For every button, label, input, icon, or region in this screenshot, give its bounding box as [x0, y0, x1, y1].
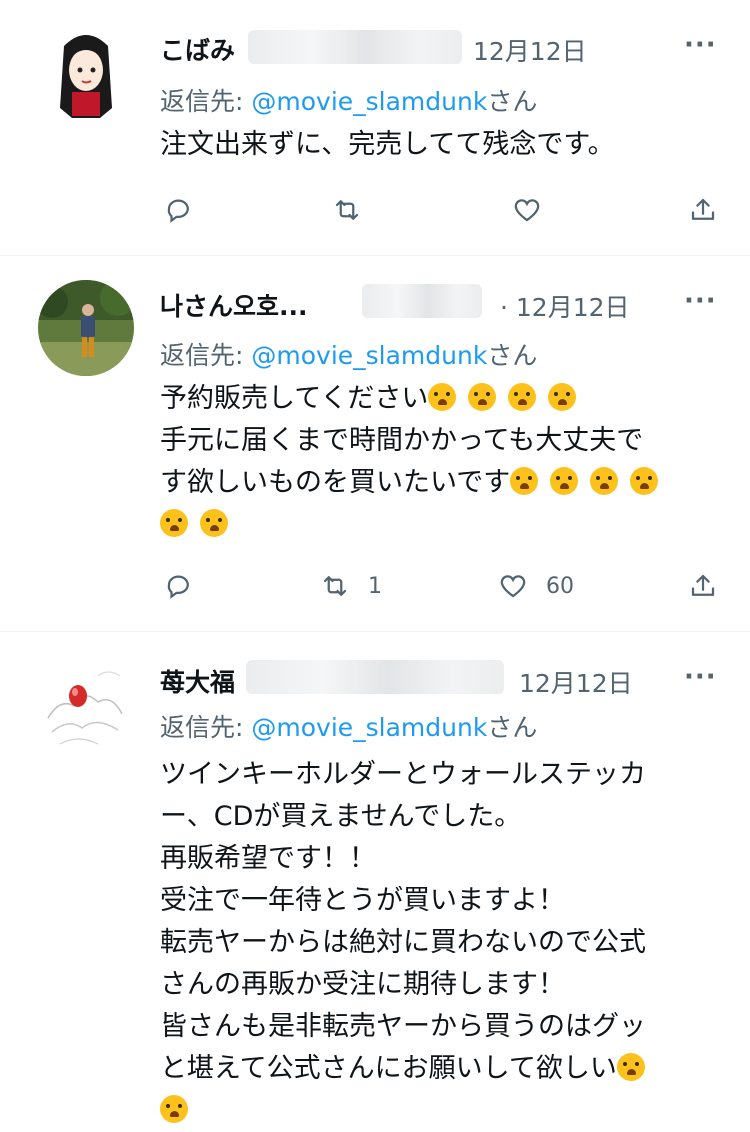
reply-suffix: さん [487, 87, 538, 116]
mention-link[interactable]: @movie_slamdunk [251, 341, 487, 370]
loudly-crying-face-emoji [616, 1053, 645, 1081]
text-line: ツインキーホルダーとウォールステッカ [160, 759, 646, 790]
reply-to-line: 返信先: @movie_slamdunkさん [160, 708, 537, 744]
display-name[interactable]: 苺大福 [160, 663, 235, 699]
tweet-text: ツインキーホルダーとウォールステッカ ー、CDが買えませんでした。 再販希望です… [160, 754, 720, 1132]
text-line: す欲しいものを買いたいです [160, 462, 720, 504]
reply-suffix: さん [487, 713, 538, 742]
action-bar: 1 60 [160, 568, 720, 604]
text-span: 予約販売してください [160, 383, 429, 414]
retweet-button[interactable]: 1 [320, 568, 382, 604]
share-button[interactable] [688, 568, 718, 604]
share-upload-icon [691, 574, 715, 596]
text-line [160, 1090, 720, 1132]
reply-suffix: さん [487, 341, 538, 370]
loudly-crying-face-emoji [510, 467, 539, 495]
loudly-crying-face-emoji [160, 509, 188, 537]
avatar[interactable] [38, 280, 134, 376]
reply-button[interactable] [164, 192, 194, 228]
text-line: 再販希望です！！ [160, 843, 376, 874]
text-line: さんの再販か受注に期待します！ [160, 969, 565, 1000]
tweet-text: 予約販売してください 手元に届くまで時間かかっても大丈夫で す欲しいものを買いた… [160, 378, 720, 546]
tweet-date[interactable]: 12月12日 [473, 32, 587, 68]
text-line: 手元に届くまで時間かかっても大丈夫で [160, 425, 644, 456]
tweet-date[interactable]: · 12月12日 [500, 288, 630, 324]
more-dots-icon[interactable]: ··· [684, 286, 717, 316]
tweet-2[interactable]: 나さん오호... · 12月12日 ··· 返信先: @movie_slamdu… [0, 256, 750, 632]
mention-link[interactable]: @movie_slamdunk [251, 87, 487, 116]
text-span: と堪えて公式さんにお願いして欲しい [160, 1053, 617, 1084]
speech-bubble-icon [167, 199, 189, 223]
like-button[interactable] [512, 192, 542, 228]
avatar[interactable] [38, 26, 134, 122]
loudly-crying-face-emoji [428, 383, 457, 411]
reply-prefix: 返信先: [160, 87, 252, 116]
speech-bubble-icon [167, 575, 189, 599]
text-line [160, 504, 720, 546]
text-span: す欲しいものを買いたいです [160, 467, 511, 498]
reply-to-line: 返信先: @movie_slamdunkさん [160, 336, 537, 372]
heart-icon [514, 199, 540, 222]
loudly-crying-face-emoji [548, 383, 577, 411]
loudly-crying-face-emoji [630, 467, 659, 495]
tweet-3[interactable]: 苺大福 12月12日 ··· 返信先: @movie_slamdunkさん ツイ… [0, 632, 750, 1132]
text-line: 転売ヤーからは絶対に買わないので公式 [160, 927, 646, 958]
text-line: 受注で一年待とうが買いますよ！ [160, 885, 565, 916]
text-line: 皆さんも是非転売ヤーから買うのはグッ [160, 1011, 646, 1042]
loudly-crying-face-emoji [468, 383, 497, 411]
like-count: 60 [546, 573, 574, 599]
display-name[interactable]: こばみ [160, 31, 235, 67]
tweet-1[interactable]: こばみ 12月12日 ··· 返信先: @movie_slamdunkさん 注文… [0, 0, 750, 256]
retweet-icon [323, 576, 347, 596]
avatar[interactable] [38, 658, 134, 754]
reply-to-line: 返信先: @movie_slamdunkさん [160, 82, 537, 118]
redacted-handle [362, 284, 482, 318]
loudly-crying-face-emoji [200, 509, 228, 537]
share-button[interactable] [688, 192, 718, 228]
more-dots-icon[interactable]: ··· [684, 662, 717, 692]
mention-link[interactable]: @movie_slamdunk [251, 713, 487, 742]
redacted-handle [248, 30, 462, 64]
heart-icon [500, 575, 526, 598]
retweet-count: 1 [368, 573, 382, 599]
loudly-crying-face-emoji [590, 467, 619, 495]
loudly-crying-face-emoji [508, 383, 537, 411]
text-line: 注文出来ずに、完売してて残念です。 [160, 129, 615, 160]
share-upload-icon [691, 198, 715, 220]
action-bar [160, 192, 720, 228]
like-button[interactable]: 60 [498, 568, 574, 604]
reply-prefix: 返信先: [160, 713, 252, 742]
retweet-icon [335, 200, 359, 220]
text-line: と堪えて公式さんにお願いして欲しい [160, 1048, 720, 1090]
display-name[interactable]: 나さん오호... [160, 287, 308, 323]
more-dots-icon[interactable]: ··· [684, 30, 717, 60]
text-line: 予約販売してください [160, 378, 720, 420]
retweet-button[interactable] [332, 192, 362, 228]
reply-prefix: 返信先: [160, 341, 252, 370]
loudly-crying-face-emoji [160, 1095, 188, 1123]
text-line: ー、CDが買えませんでした。 [160, 801, 522, 832]
tweet-date[interactable]: 12月12日 [519, 664, 633, 700]
reply-button[interactable] [164, 568, 194, 604]
loudly-crying-face-emoji [550, 467, 579, 495]
tweet-text: 注文出来ずに、完売してて残念です。 [160, 124, 720, 166]
redacted-handle [246, 660, 504, 694]
